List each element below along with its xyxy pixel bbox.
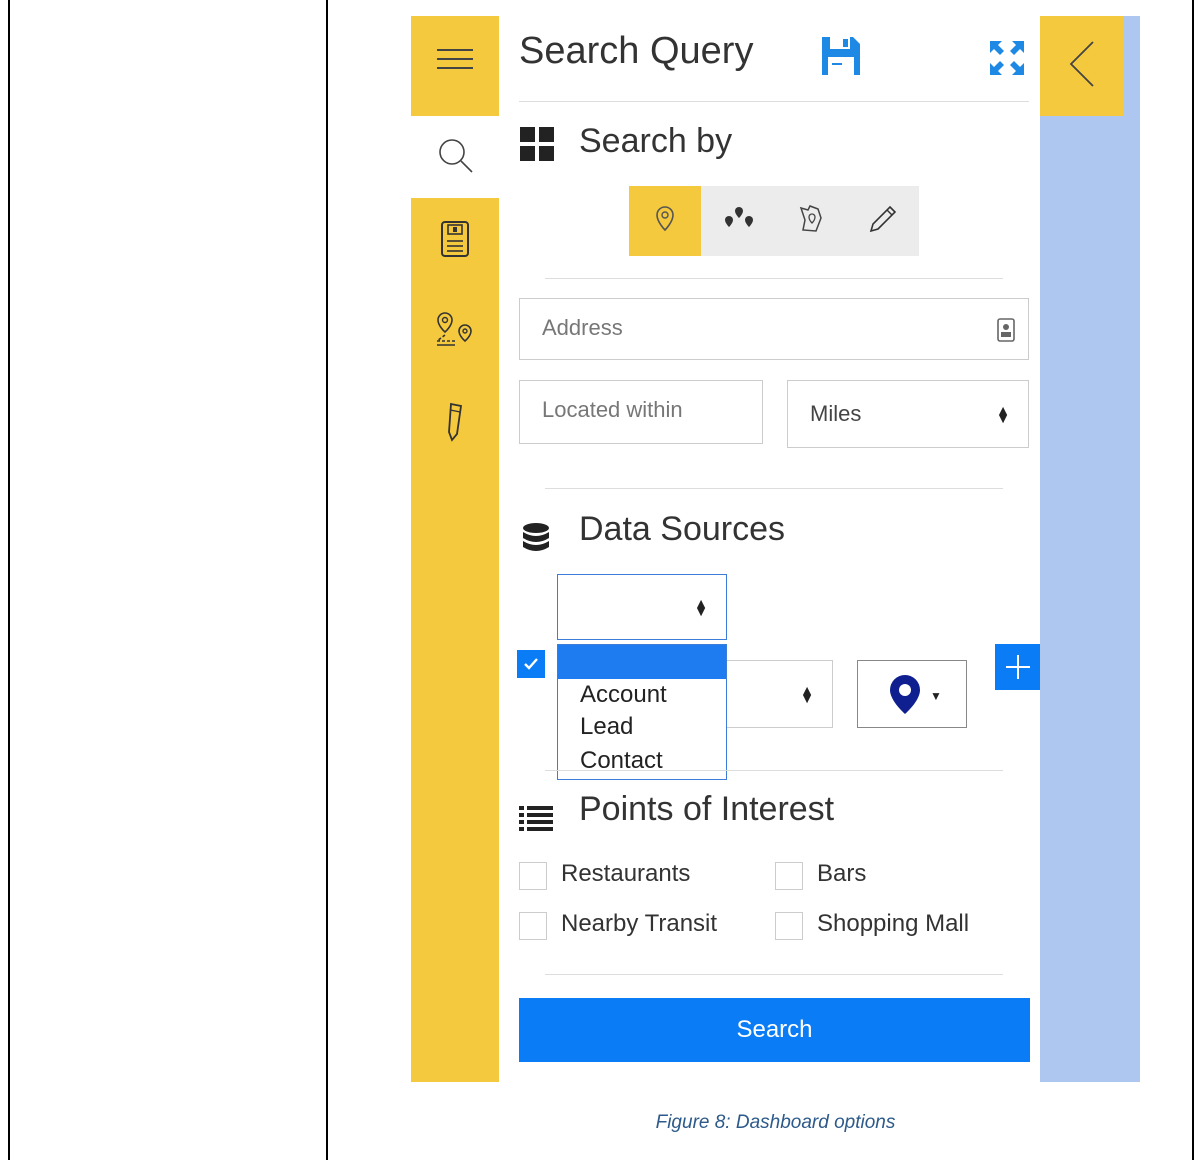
data-sources-title: Data Sources — [579, 510, 785, 548]
route-icon — [433, 309, 477, 354]
mode-multi-location[interactable] — [703, 186, 775, 256]
sidebar-item-draw[interactable] — [411, 388, 499, 458]
plus-icon — [1006, 655, 1030, 679]
search-button[interactable]: Search — [519, 998, 1030, 1062]
poi-label-nearby-transit: Nearby Transit — [561, 910, 718, 937]
sidebar-item-route[interactable] — [411, 296, 499, 366]
divider — [545, 278, 1003, 279]
located-within-placeholder: Located within — [542, 397, 683, 422]
distance-unit-select[interactable]: Miles ▲ ▼ — [787, 380, 1029, 448]
poi-checkbox-bars[interactable] — [775, 862, 803, 890]
map-area[interactable] — [1040, 16, 1140, 1082]
address-card-icon[interactable] — [996, 317, 1016, 349]
dropdown-option-blank[interactable] — [558, 645, 726, 679]
poi-label-shopping-mall: Shopping Mall — [817, 910, 970, 937]
marker-style-button[interactable]: ▼ — [857, 660, 967, 728]
menu-button[interactable] — [411, 16, 499, 106]
checkmark-icon — [524, 658, 538, 670]
location-pin-icon — [654, 205, 676, 238]
poi-checkbox-nearby-transit[interactable] — [519, 912, 547, 940]
divider — [545, 974, 1003, 975]
panel-title: Search Query — [519, 30, 754, 72]
table-column-divider — [326, 0, 328, 1160]
area-map-icon — [796, 204, 826, 239]
multi-location-icon — [722, 204, 756, 239]
sidebar-item-saved[interactable] — [411, 206, 499, 276]
pencil-icon — [443, 400, 467, 447]
data-source-dropdown-list: Account Lead Contact — [557, 644, 727, 780]
mode-single-location[interactable] — [629, 186, 701, 256]
mode-area[interactable] — [775, 186, 847, 256]
distance-unit-value: Miles — [810, 401, 862, 426]
data-source-type-select[interactable]: ▲ ▼ — [557, 574, 727, 640]
poi-label-bars: Bars — [817, 860, 867, 887]
select-caret-icon: ▲ ▼ — [800, 682, 814, 706]
sidebar-item-search[interactable] — [411, 116, 499, 198]
address-placeholder: Address — [542, 315, 623, 340]
draw-pencil-icon — [868, 204, 898, 239]
poi-label-restaurants: Restaurants — [561, 860, 691, 887]
list-icon — [519, 804, 553, 837]
select-caret-icon: ▲ ▼ — [694, 595, 708, 619]
address-field[interactable]: Address — [519, 298, 1029, 360]
expand-arrows-icon[interactable] — [987, 38, 1027, 83]
grid-icon — [519, 126, 555, 167]
search-icon — [435, 135, 475, 180]
located-within-input[interactable]: Located within — [519, 380, 763, 444]
divider — [519, 101, 1029, 102]
floppy-disk-icon[interactable] — [819, 34, 863, 83]
data-source-checkbox[interactable] — [517, 650, 545, 678]
app-screenshot: Search Query Search by Address Located w… — [411, 16, 1140, 1082]
select-caret-icon: ▲ ▼ — [996, 402, 1010, 426]
poi-checkbox-restaurants[interactable] — [519, 862, 547, 890]
search-by-title: Search by — [579, 122, 733, 160]
divider — [545, 770, 1003, 771]
collapse-panel-button[interactable] — [1040, 16, 1124, 116]
icon-sidebar — [411, 16, 499, 1082]
mode-draw[interactable] — [847, 186, 919, 256]
map-marker-icon — [888, 673, 922, 721]
hamburger-icon — [435, 44, 475, 79]
poi-checkbox-shopping-mall[interactable] — [775, 912, 803, 940]
database-icon — [521, 522, 551, 561]
saved-queries-icon — [439, 219, 471, 264]
chevron-left-icon — [1067, 38, 1097, 95]
search-query-panel: Search Query Search by Address Located w… — [499, 16, 1041, 1082]
figure-caption: Figure 8: Dashboard options — [655, 1112, 896, 1133]
dropdown-option-account[interactable]: Account — [580, 681, 667, 709]
chevron-down-icon: ▼ — [930, 689, 942, 703]
points-of-interest-title: Points of Interest — [579, 790, 835, 828]
divider — [545, 488, 1003, 489]
search-mode-group — [629, 186, 919, 256]
add-data-source-button[interactable] — [995, 644, 1041, 690]
dropdown-option-lead[interactable]: Lead — [580, 713, 633, 741]
